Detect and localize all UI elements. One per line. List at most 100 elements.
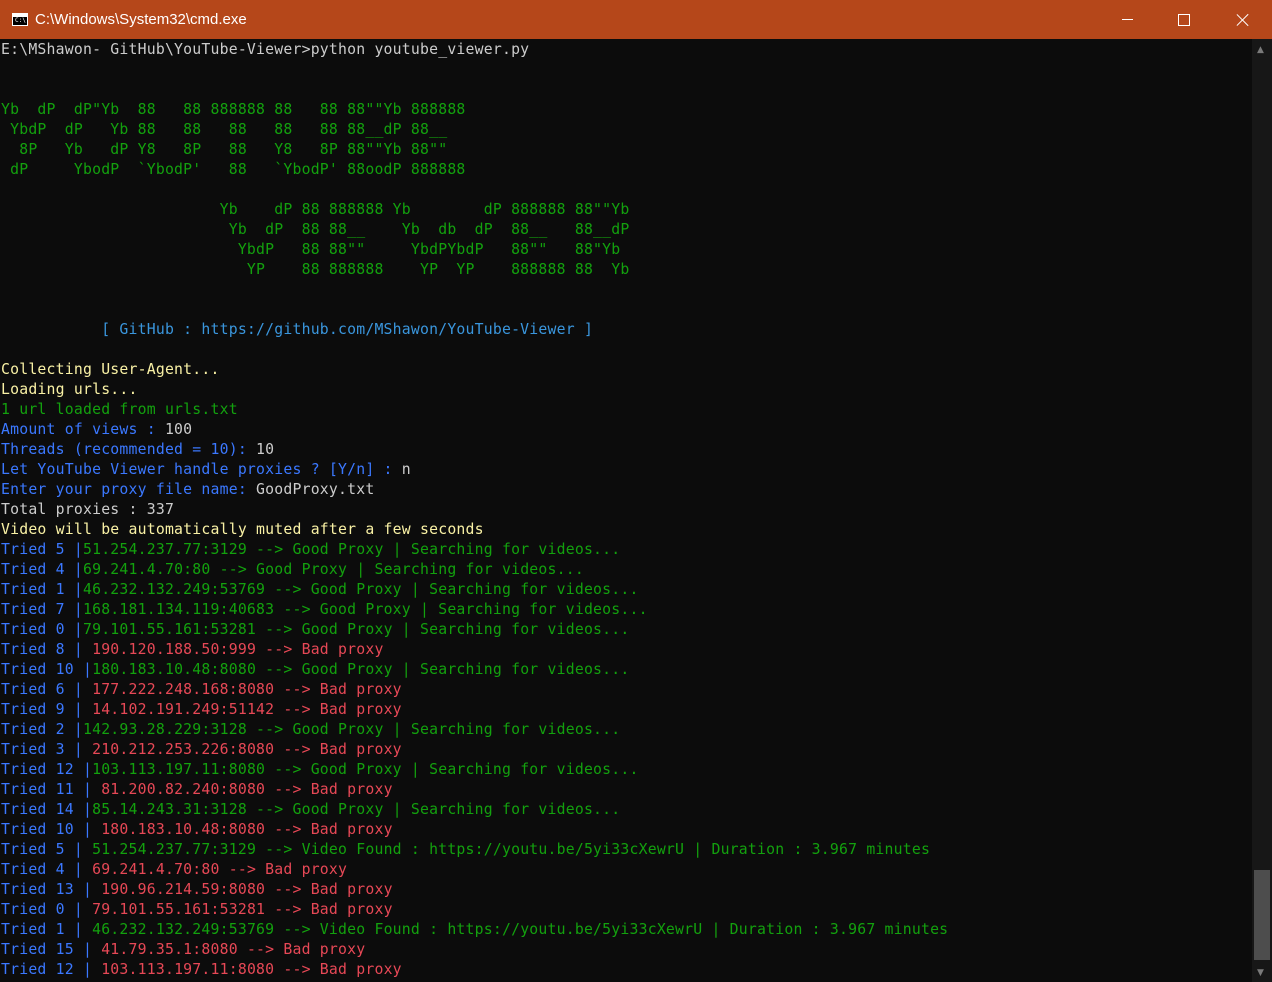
console-line: Tried 1 |46.232.132.249:53769 --> Good P… (1, 580, 639, 600)
console-output[interactable]: E:\MShawon- GitHub\YouTube-Viewer>python… (0, 40, 1252, 982)
console-text: 177.222.248.168:8080 --> Bad proxy (92, 681, 402, 698)
console-text: Tried 3 | (1, 741, 93, 758)
console-line: Tried 4 | 69.241.4.70:80 --> Bad proxy (1, 860, 347, 880)
console-line: Tried 11 | 81.200.82.240:8080 --> Bad pr… (1, 780, 393, 800)
console-text: 190.120.188.50:999 --> Bad proxy (92, 641, 384, 658)
scroll-up-arrow-icon[interactable]: ▲ (1257, 45, 1264, 55)
console-text: 69.241.4.70:80 --> Good Proxy | Searchin… (82, 561, 584, 578)
console-text: Tried 7 | (1, 601, 83, 618)
console-line: Tried 12 |103.113.197.11:8080 --> Good P… (1, 760, 639, 780)
console-text: Tried 0 | (1, 901, 93, 918)
console-text: Tried 0 | (1, 621, 83, 638)
console-line: Tried 14 |85.14.243.31:3128 --> Good Pro… (1, 800, 620, 820)
window-title: C:\Windows\System32\cmd.exe (35, 11, 247, 28)
console-line: Tried 3 | 210.212.253.226:8080 --> Bad p… (1, 740, 402, 760)
console-line: E:\MShawon- GitHub\YouTube-Viewer>python… (1, 40, 529, 60)
console-line: Tried 8 | 190.120.188.50:999 --> Bad pro… (1, 640, 384, 660)
minimize-button[interactable] (1098, 0, 1156, 39)
console-line: Tried 9 | 14.102.191.249:51142 --> Bad p… (1, 700, 402, 720)
console-text: Tried 12 | (1, 761, 93, 778)
close-icon (1236, 13, 1250, 27)
console-line: Tried 5 |51.254.237.77:3129 --> Good Pro… (1, 540, 620, 560)
console-text: E:\MShawon- GitHub\YouTube-Viewer>python… (1, 41, 530, 58)
console-line: Yb dP 88 88__ Yb db dP 88__ 88__dP (1, 220, 630, 240)
console-line: Collecting User-Agent... (1, 360, 220, 380)
console-text: 81.200.82.240:8080 --> Bad proxy (101, 781, 393, 798)
console-text: 41.79.35.1:8080 --> Bad proxy (101, 941, 366, 958)
console-text: 1 url loaded from urls.txt (1, 401, 238, 418)
console-line: Yb dP 88 888888 Yb dP 888888 88""Yb (1, 200, 630, 220)
console-text: Tried 13 | (1, 881, 102, 898)
console-text: 79.101.55.161:53281 --> Bad proxy (92, 901, 393, 918)
console-line: Tried 12 | 103.113.197.11:8080 --> Bad p… (1, 960, 402, 980)
console-line: Tried 2 |142.93.28.229:3128 --> Good Pro… (1, 720, 620, 740)
console-text: 14.102.191.249:51142 --> Bad proxy (92, 701, 402, 718)
console-line: Video will be automatically muted after … (1, 520, 484, 540)
console-line: 1 url loaded from urls.txt (1, 400, 238, 420)
console-line: Tried 5 | 51.254.237.77:3129 --> Video F… (1, 840, 930, 860)
console-line: Tried 10 | 180.183.10.48:8080 --> Bad pr… (1, 820, 393, 840)
console-line: Tried 7 |168.181.134.119:40683 --> Good … (1, 600, 648, 620)
console-text: Tried 10 | (1, 821, 102, 838)
console-text: Let YouTube Viewer handle proxies ? [Y/n… (1, 461, 402, 478)
scrollbar-thumb[interactable] (1254, 870, 1270, 960)
console-text: YP 88 888888 YP YP 888888 88 Yb (1, 261, 630, 278)
console-text: Enter your proxy file name: (1, 481, 257, 498)
console-line: Enter your proxy file name: GoodProxy.tx… (1, 480, 374, 500)
console-text: Collecting User-Agent... (1, 361, 220, 378)
console-text: [ GitHub : https://github.com/MShawon/Yo… (1, 321, 594, 338)
console-line: Tried 0 |79.101.55.161:53281 --> Good Pr… (1, 620, 630, 640)
console-text: 69.241.4.70:80 --> Bad proxy (92, 861, 348, 878)
console-text: 168.181.134.119:40683 --> Good Proxy | S… (82, 601, 648, 618)
console-text: Tried 5 | (1, 541, 83, 558)
maximize-icon (1178, 13, 1190, 26)
console-text: YbdP 88 88"" YbdPYbdP 88"" 88"Yb (1, 241, 621, 258)
console-text: GoodProxy.txt (256, 481, 375, 498)
console-text: 103.113.197.11:8080 --> Bad proxy (101, 961, 402, 978)
console-text: Tried 15 | (1, 941, 102, 958)
console-text: 79.101.55.161:53281 --> Good Proxy | Sea… (82, 621, 630, 638)
console-text: 100 (164, 421, 193, 438)
console-text: 51.254.237.77:3129 --> Good Proxy | Sear… (82, 541, 621, 558)
console-line: YP 88 888888 YP YP 888888 88 Yb (1, 260, 630, 280)
console-line: Tried 1 | 46.232.132.249:53769 --> Video… (1, 920, 948, 940)
console-text: 210.212.253.226:8080 --> Bad proxy (92, 741, 402, 758)
console-line: YbdP 88 88"" YbdPYbdP 88"" 88"Yb (1, 240, 620, 260)
console-text: YbdP dP Yb 88 88 88 88 88 88__dP 88__ (1, 121, 448, 138)
console-text: Total proxies : 337 (1, 501, 175, 518)
scroll-down-arrow-icon[interactable]: ▼ (1257, 968, 1264, 978)
console-line: Yb dP dP"Yb 88 88 888888 88 88 88""Yb 88… (1, 100, 466, 120)
maximize-button[interactable] (1155, 0, 1213, 39)
console-text: Tried 5 | (1, 841, 93, 858)
console-line: Tried 10 |180.183.10.48:8080 --> Good Pr… (1, 660, 630, 680)
console-text: Threads (recommended = 10): (1, 441, 257, 458)
minimize-icon (1121, 19, 1133, 20)
cmd-icon-text: C:\ (15, 17, 26, 24)
close-button[interactable] (1214, 0, 1272, 39)
console-text: 103.113.197.11:8080 --> Good Proxy | Sea… (92, 761, 639, 778)
console-line: Let YouTube Viewer handle proxies ? [Y/n… (1, 460, 411, 480)
console-line: Threads (recommended = 10): 10 (1, 440, 274, 460)
title-bar[interactable]: C:\ C:\Windows\System32\cmd.exe (0, 0, 1272, 39)
console-text: Tried 9 | (1, 701, 93, 718)
console-text: 46.232.132.249:53769 --> Video Found : h… (92, 921, 949, 938)
console-text: n (401, 461, 411, 478)
console-text: Tried 4 | (1, 561, 83, 578)
console-text: 180.183.10.48:8080 --> Good Proxy | Sear… (92, 661, 630, 678)
console-text: Yb dP 88 88__ Yb db dP 88__ 88__dP (1, 221, 630, 238)
console-text: Tried 11 | (1, 781, 102, 798)
console-line: Tried 6 | 177.222.248.168:8080 --> Bad p… (1, 680, 402, 700)
console-text: Yb dP dP"Yb 88 88 888888 88 88 88""Yb 88… (1, 101, 466, 118)
console-line: dP YbodP `YbodP' 88 `YbodP' 88oodP 88888… (1, 160, 466, 180)
console-line: Amount of views : 100 (1, 420, 192, 440)
vertical-scrollbar[interactable]: ▲ ▼ (1252, 39, 1272, 982)
console-text: Tried 1 | (1, 581, 83, 598)
console-line: Tried 15 | 41.79.35.1:8080 --> Bad proxy (1, 940, 365, 960)
console-line: Tried 4 |69.241.4.70:80 --> Good Proxy |… (1, 560, 584, 580)
console-text: 46.232.132.249:53769 --> Good Proxy | Se… (82, 581, 639, 598)
console-text: Tried 6 | (1, 681, 93, 698)
console-text: Yb dP 88 888888 Yb dP 888888 88""Yb (1, 201, 630, 218)
console-text: 8P Yb dP Y8 8P 88 Y8 8P 88""Yb 88"" (1, 141, 448, 158)
console-text: Tried 12 | (1, 961, 102, 978)
console-text: dP YbodP `YbodP' 88 `YbodP' 88oodP 88888… (1, 161, 466, 178)
